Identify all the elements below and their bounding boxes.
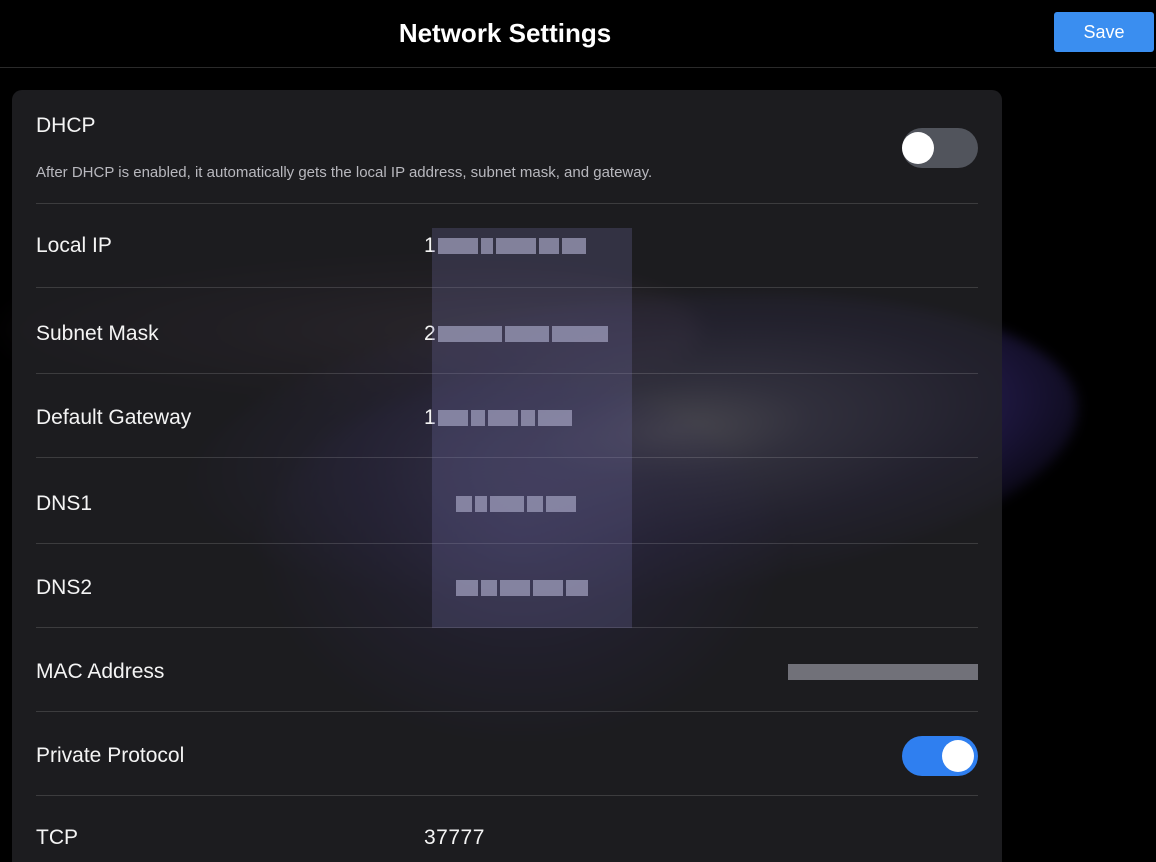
save-button[interactable]: Save (1054, 12, 1154, 52)
dhcp-label: DHCP (36, 114, 96, 137)
tcp-label: TCP (36, 826, 78, 849)
network-settings-screen: Network Settings Save DHCP After DHCP is… (0, 0, 1156, 862)
dhcp-description: After DHCP is enabled, it automatically … (36, 164, 653, 181)
page-title: Network Settings (398, 18, 612, 48)
tcp-port-value[interactable]: 37777 (424, 826, 485, 850)
dns1-label: DNS1 (36, 492, 93, 515)
default-gateway-label: Default Gateway (36, 406, 192, 429)
toggle-knob-icon (902, 132, 934, 164)
mac-address-row[interactable]: MAC Address (36, 628, 978, 712)
private-protocol-label: Private Protocol (36, 744, 185, 767)
redaction-overlay (432, 228, 632, 628)
toggle-knob-icon (942, 740, 974, 772)
tcp-row[interactable]: TCP 37777 (36, 796, 978, 862)
private-protocol-toggle[interactable] (902, 736, 978, 776)
header-bar: Network Settings Save (0, 0, 1156, 68)
private-protocol-row: Private Protocol (36, 712, 978, 796)
subnet-mask-label: Subnet Mask (36, 322, 159, 345)
dhcp-row: DHCP After DHCP is enabled, it automatic… (36, 90, 978, 204)
mac-address-label: MAC Address (36, 660, 165, 683)
dns2-label: DNS2 (36, 576, 93, 599)
dhcp-toggle[interactable] (902, 128, 978, 168)
mac-address-redaction (788, 664, 978, 680)
local-ip-label: Local IP (36, 234, 112, 257)
